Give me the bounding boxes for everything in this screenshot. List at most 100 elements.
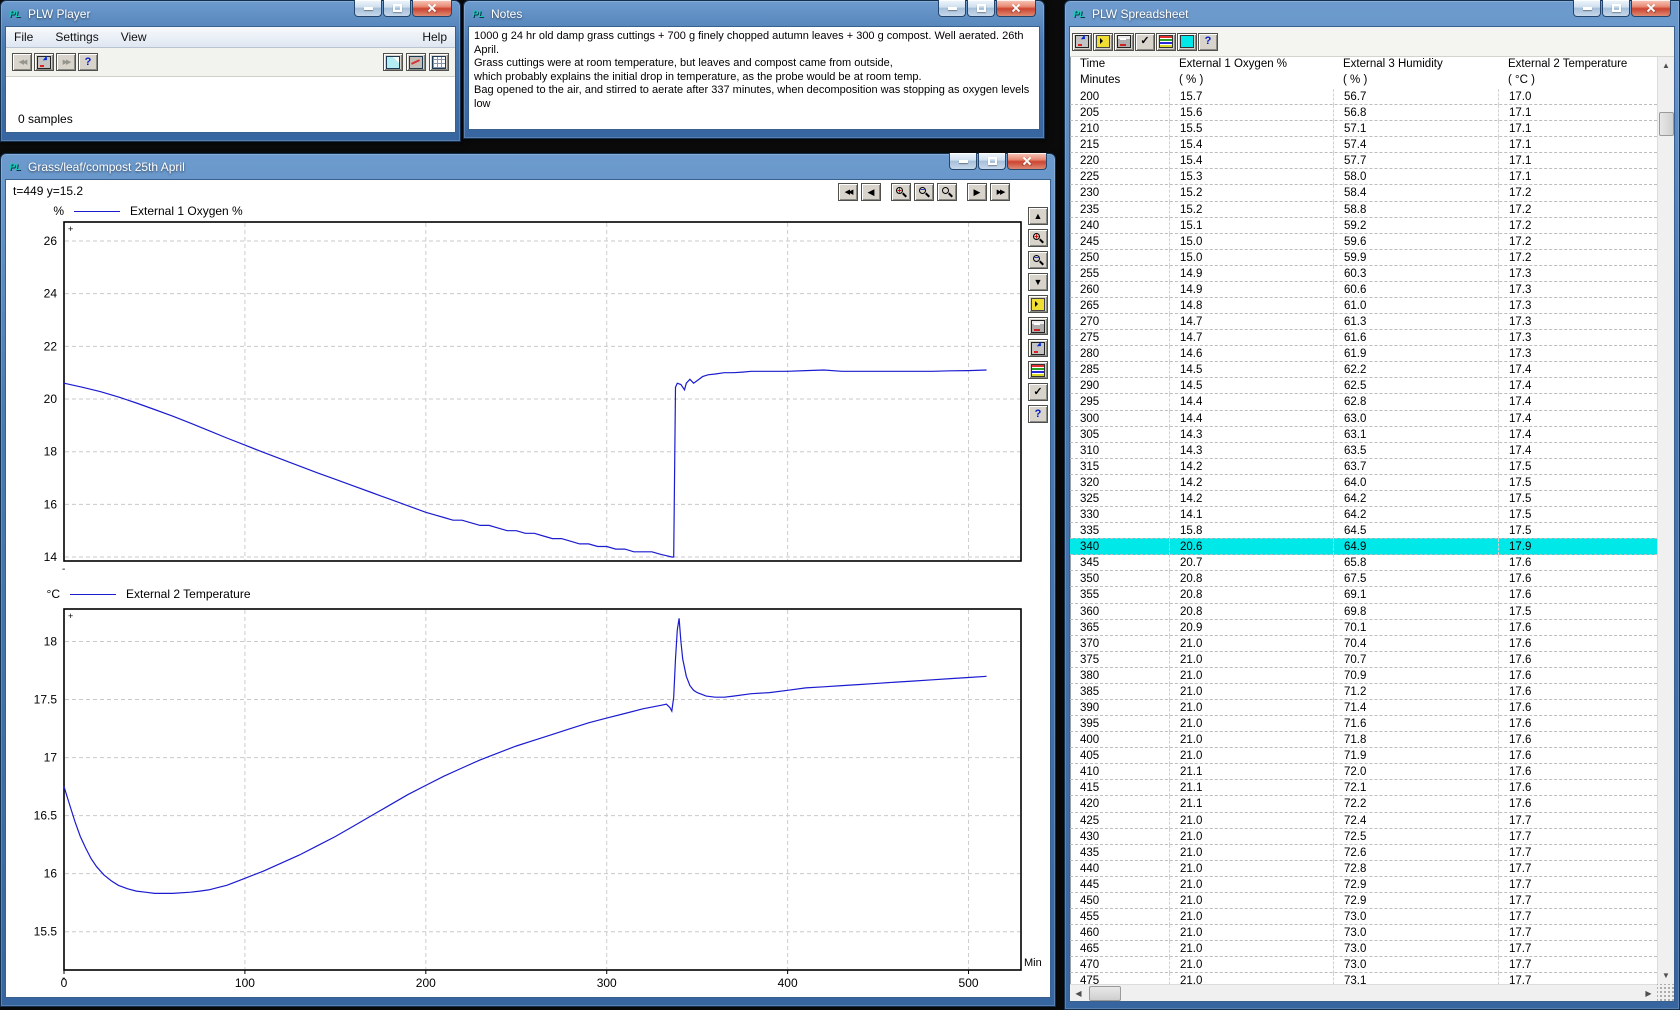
table-row[interactable]: 37021.070.417.6 — [1070, 635, 1657, 652]
horizontal-scrollbar[interactable]: ◀ ▶ — [1070, 984, 1657, 1001]
table-row[interactable]: 45021.072.917.7 — [1070, 892, 1657, 909]
table-row[interactable]: 45521.073.017.7 — [1070, 908, 1657, 925]
table-row[interactable]: 30514.363.117.4 — [1070, 426, 1657, 443]
table-row[interactable]: 36020.869.817.5 — [1070, 603, 1657, 620]
table-row[interactable]: 46021.073.017.7 — [1070, 924, 1657, 941]
resize-grip[interactable] — [1657, 984, 1674, 1001]
table-row[interactable]: 36520.970.117.6 — [1070, 619, 1657, 636]
horizontal-scroll-thumb[interactable] — [1089, 986, 1121, 1001]
table-row[interactable]: 43521.072.617.7 — [1070, 844, 1657, 861]
table-row[interactable]: 40021.071.817.6 — [1070, 731, 1657, 748]
table-row[interactable]: 40521.071.917.6 — [1070, 747, 1657, 764]
table-row[interactable]: 44521.072.917.7 — [1070, 876, 1657, 893]
table-row[interactable]: 41021.172.017.6 — [1070, 763, 1657, 780]
help-button[interactable] — [1028, 405, 1048, 423]
table-row[interactable]: 43021.072.517.7 — [1070, 828, 1657, 845]
annotation-button[interactable] — [1028, 295, 1048, 313]
table-row[interactable]: 44021.072.817.7 — [1070, 860, 1657, 877]
zoom-in-button[interactable] — [891, 183, 911, 201]
record-button[interactable] — [1028, 317, 1048, 335]
table-row[interactable]: 38521.071.217.6 — [1070, 683, 1657, 700]
table-row[interactable]: 24015.159.217.2 — [1070, 217, 1657, 234]
table-row[interactable]: 42021.172.217.6 — [1070, 795, 1657, 812]
axis-zoom-out-handle[interactable]: - — [62, 564, 65, 575]
menu-help[interactable]: Help — [422, 30, 447, 44]
table-row[interactable]: 27514.761.617.3 — [1070, 329, 1657, 346]
export-button[interactable] — [34, 53, 54, 71]
table-row[interactable]: 42521.072.417.7 — [1070, 812, 1657, 829]
minimize-button[interactable] — [354, 0, 382, 17]
axis-zoom-in-handle[interactable]: + — [68, 224, 73, 234]
notes-text-area[interactable]: 1000 g 24 hr old damp grass cuttings + 7… — [468, 26, 1040, 130]
minimize-button[interactable] — [1573, 0, 1601, 17]
table-row[interactable]: 24515.059.617.2 — [1070, 233, 1657, 250]
titlebar-spreadsheet[interactable]: PL PLW Spreadsheet — [1069, 1, 1675, 26]
stripes-button[interactable] — [1028, 361, 1048, 379]
table-row[interactable]: 35020.867.517.6 — [1070, 570, 1657, 587]
table-row[interactable]: 22015.457.717.1 — [1070, 152, 1657, 169]
table-row[interactable]: 25015.059.917.2 — [1070, 249, 1657, 266]
table-row[interactable]: 31514.263.717.5 — [1070, 458, 1657, 475]
table-row[interactable]: 23015.258.417.2 — [1070, 184, 1657, 201]
help-button[interactable] — [78, 53, 98, 71]
maximize-button[interactable] — [1602, 0, 1630, 17]
table-row[interactable]: 27014.761.317.3 — [1070, 313, 1657, 330]
table-row[interactable]: 37521.070.717.6 — [1070, 651, 1657, 668]
stripes-button[interactable] — [1156, 33, 1176, 51]
close-button[interactable] — [412, 0, 452, 17]
table-row[interactable]: 20015.756.717.0 — [1070, 89, 1657, 105]
minimize-button[interactable] — [938, 0, 966, 17]
zoom-in-button[interactable] — [1028, 229, 1048, 247]
zoom-out-button[interactable] — [914, 183, 934, 201]
menu-settings[interactable]: Settings — [55, 30, 98, 44]
table-row[interactable]: 21015.557.117.1 — [1070, 120, 1657, 137]
table-row[interactable]: 38021.070.917.6 — [1070, 667, 1657, 684]
table-row[interactable]: 46521.073.017.7 — [1070, 940, 1657, 957]
table-row[interactable]: 30014.463.017.4 — [1070, 410, 1657, 427]
close-button[interactable] — [1007, 153, 1047, 170]
close-button[interactable] — [1631, 0, 1671, 17]
table-row[interactable]: 21515.457.417.1 — [1070, 136, 1657, 153]
scroll-up-button[interactable] — [1028, 207, 1048, 225]
table-row-selected[interactable]: 34020.664.917.9 — [1070, 538, 1657, 555]
scroll-right-button[interactable]: ▶ — [1640, 985, 1657, 1002]
export-button[interactable] — [1072, 33, 1092, 51]
check-button[interactable] — [1135, 33, 1155, 51]
help-button[interactable] — [1198, 33, 1218, 51]
titlebar-player[interactable]: PL PLW Player — [5, 1, 456, 26]
table-button[interactable] — [429, 53, 449, 71]
vertical-scrollbar[interactable]: ▲ ▼ — [1657, 57, 1674, 984]
maximize-button[interactable] — [978, 153, 1006, 170]
table-row[interactable]: 25514.960.317.3 — [1070, 265, 1657, 282]
table-row[interactable]: 22515.358.017.1 — [1070, 168, 1657, 185]
maximize-button[interactable] — [967, 0, 995, 17]
table-row[interactable]: 26014.960.617.3 — [1070, 281, 1657, 298]
titlebar-graph[interactable]: PL Grass/leaf/compost 25th April — [5, 154, 1051, 179]
zoom-fit-button[interactable] — [937, 183, 957, 201]
table-row[interactable]: 39021.071.417.6 — [1070, 699, 1657, 716]
table-row[interactable]: 20515.656.817.1 — [1070, 104, 1657, 121]
axis-zoom-out-handle[interactable]: - — [62, 973, 65, 984]
minimize-button[interactable] — [949, 153, 977, 170]
table-row[interactable]: 31014.363.517.4 — [1070, 442, 1657, 459]
table-row[interactable]: 32014.264.017.5 — [1070, 474, 1657, 491]
select-button[interactable] — [1177, 33, 1197, 51]
check-button[interactable] — [1028, 383, 1048, 401]
vertical-scroll-thumb[interactable] — [1659, 112, 1674, 136]
table-row[interactable]: 33014.164.217.5 — [1070, 506, 1657, 523]
record-button[interactable] — [1114, 33, 1134, 51]
step-forward-button[interactable] — [967, 183, 987, 201]
rewind-button[interactable] — [838, 183, 858, 201]
table-row[interactable]: 35520.869.117.6 — [1070, 586, 1657, 603]
notes-button[interactable] — [383, 53, 403, 71]
titlebar-notes[interactable]: PL Notes — [468, 1, 1040, 26]
export-button[interactable] — [1028, 339, 1048, 357]
table-row[interactable]: 29014.562.517.4 — [1070, 377, 1657, 394]
menu-file[interactable]: File — [14, 30, 33, 44]
table-row[interactable]: 47521.073.117.7 — [1070, 972, 1657, 984]
fast-forward-button[interactable] — [56, 53, 76, 71]
step-back-button[interactable] — [861, 183, 881, 201]
annotation-button[interactable] — [1093, 33, 1113, 51]
maximize-button[interactable] — [383, 0, 411, 17]
table-row[interactable]: 28514.562.217.4 — [1070, 361, 1657, 378]
